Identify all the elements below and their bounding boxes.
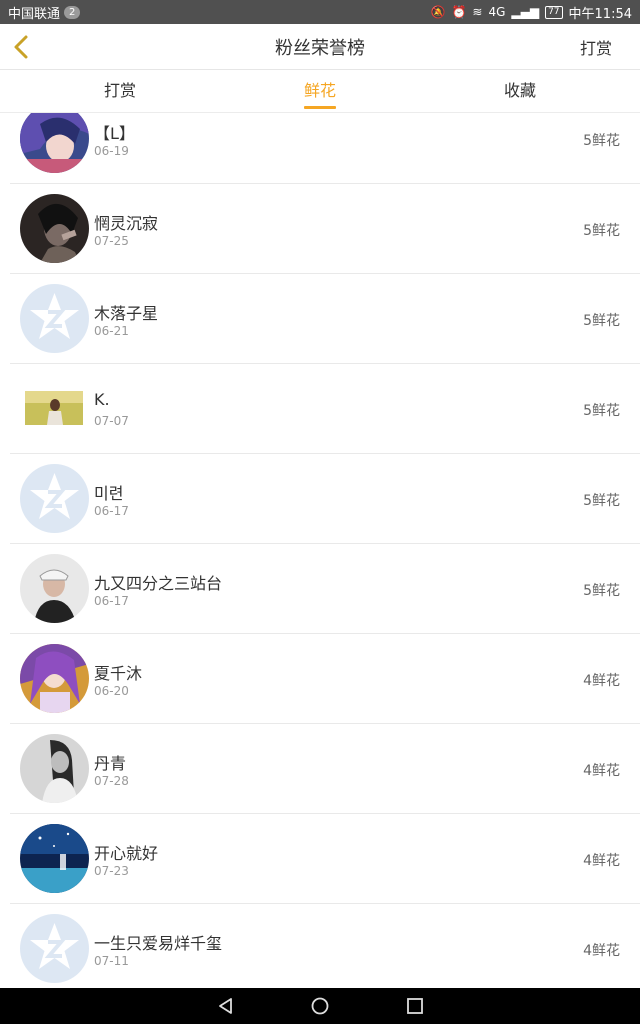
mute-icon: 🔕 (430, 5, 446, 19)
fan-date: 07-23 (94, 864, 129, 878)
list-item[interactable]: K. 07-07 5鲜花 (0, 364, 640, 454)
page-title: 粉丝荣誉榜 (275, 37, 365, 59)
fan-date: 06-19 (94, 144, 129, 158)
network-type: 4G (488, 5, 506, 19)
avatar (25, 391, 83, 425)
scenery-avatar-icon (20, 824, 89, 893)
fan-date: 07-28 (94, 774, 129, 788)
reward-button[interactable]: 打赏 (580, 35, 612, 59)
tab-label: 收藏 (503, 81, 536, 100)
fan-name: 开心就好 (94, 844, 159, 863)
fan-date: 06-17 (94, 594, 129, 608)
flower-count: 5鲜花 (583, 493, 620, 509)
avatar (20, 554, 89, 623)
fan-name: 미련 (94, 484, 124, 503)
list-item[interactable]: 夏千沐 06-20 4鲜花 (0, 634, 640, 724)
list-item[interactable]: 开心就好 07-23 4鲜花 (0, 814, 640, 904)
portrait-avatar-icon (20, 734, 89, 803)
portrait-avatar-icon (20, 554, 89, 623)
signal-icon: ▂▄▆ (511, 5, 540, 19)
fan-name: 丹青 (94, 754, 127, 773)
fan-name: 惘灵沉寂 (94, 214, 159, 233)
tab-label: 鲜花 (303, 81, 336, 100)
flower-count: 5鲜花 (583, 133, 620, 149)
default-avatar-icon (30, 473, 79, 519)
default-avatar-icon (30, 293, 79, 339)
flower-count: 5鲜花 (583, 583, 620, 599)
flower-count: 4鲜花 (583, 673, 620, 689)
photo-avatar-icon (25, 391, 83, 425)
fan-date: 06-21 (94, 324, 129, 338)
fan-name: 一生只爱易烊千玺 (94, 934, 223, 953)
alarm-icon: ⏰ (451, 5, 467, 19)
app-header: 粉丝荣誉榜 打赏 (0, 24, 640, 70)
avatar (20, 194, 89, 263)
anime-avatar-icon (20, 113, 89, 173)
fan-name: 夏千沐 (94, 664, 143, 683)
fan-date: 07-07 (94, 414, 129, 428)
battery-icon: 77 (545, 5, 563, 19)
flower-count: 5鲜花 (583, 313, 620, 329)
back-triangle-icon[interactable] (216, 996, 236, 1016)
anime-avatar-icon (20, 644, 89, 713)
flower-count: 5鲜花 (583, 403, 620, 419)
fan-name: 木落子星 (94, 304, 159, 323)
carrier-info: 中国联通 2 (8, 3, 81, 22)
fan-name: 九又四分之三站台 (94, 574, 223, 593)
list-item[interactable]: 미련 06-17 5鲜花 (0, 454, 640, 544)
portrait-avatar-icon (20, 194, 89, 263)
avatar (20, 914, 89, 983)
active-tab-indicator (304, 106, 336, 109)
fan-date: 07-25 (94, 234, 129, 248)
list-item[interactable]: 惘灵沉寂 07-25 5鲜花 (0, 184, 640, 274)
fan-date: 06-17 (94, 504, 129, 518)
avatar (20, 284, 89, 353)
clock: 中午11:54 (568, 6, 632, 22)
tab-bar: 打赏 鲜花 收藏 (0, 70, 640, 113)
flower-count: 5鲜花 (583, 223, 620, 239)
list-item[interactable]: 一生只爱易烊千玺 07-11 4鲜花 (0, 904, 640, 988)
avatar (20, 113, 89, 173)
fan-list[interactable]: 【L】 06-19 5鲜花 惘灵沉寂 07-25 5鲜花 木落子星 06-21 … (0, 113, 640, 988)
status-bar: 中国联通 2 🔕 ⏰ ≋ 4G ▂▄▆ 77 中午11:54 (0, 0, 640, 24)
fan-name: K. (94, 390, 110, 409)
fan-name: 【L】 (94, 124, 135, 143)
tab-reward[interactable]: 打赏 (60, 70, 180, 113)
list-item[interactable]: 九又四分之三站台 06-17 5鲜花 (0, 544, 640, 634)
fan-date: 07-11 (94, 954, 129, 968)
list-item[interactable]: 丹青 07-28 4鲜花 (0, 724, 640, 814)
recents-square-icon[interactable] (405, 996, 425, 1016)
avatar (20, 644, 89, 713)
list-item[interactable]: 木落子星 06-21 5鲜花 (0, 274, 640, 364)
system-nav-bar (0, 988, 640, 1024)
list-item[interactable]: 【L】 06-19 5鲜花 (0, 113, 640, 184)
wifi-icon: ≋ (472, 5, 483, 19)
home-circle-icon[interactable] (310, 996, 330, 1016)
status-icons: 🔕 ⏰ ≋ 4G ▂▄▆ 77 中午11:54 (430, 3, 632, 22)
tab-favorites[interactable]: 收藏 (460, 70, 580, 113)
back-button[interactable] (8, 32, 38, 62)
flower-count: 4鲜花 (583, 763, 620, 779)
tab-flowers[interactable]: 鲜花 (260, 70, 380, 113)
avatar (20, 824, 89, 893)
notification-count-badge: 2 (64, 5, 81, 19)
chevron-left-icon (14, 35, 28, 59)
fan-date: 06-20 (94, 684, 129, 698)
flower-count: 4鲜花 (583, 853, 620, 869)
carrier-name: 中国联通 (8, 6, 61, 22)
avatar (20, 464, 89, 533)
tab-label: 打赏 (103, 81, 136, 100)
default-avatar-icon (30, 923, 79, 969)
flower-count: 4鲜花 (583, 943, 620, 959)
avatar (20, 734, 89, 803)
